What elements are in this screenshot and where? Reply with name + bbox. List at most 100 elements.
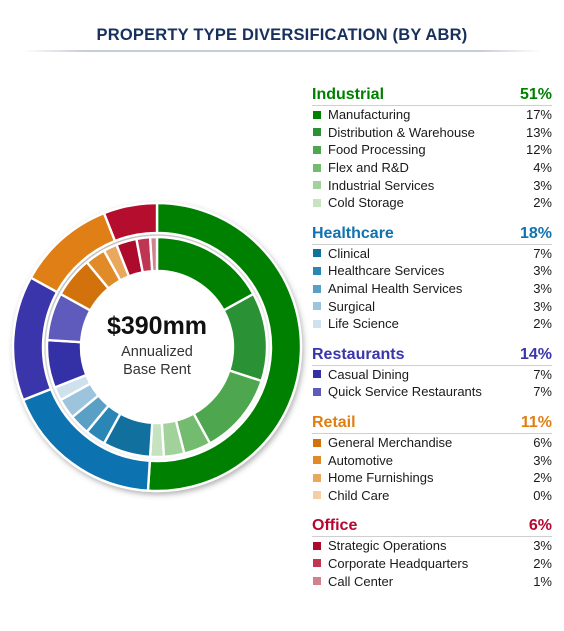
legend-item-label: Food Processing [328, 142, 426, 158]
legend-group-healthcare: Healthcare 18% Clinical 7% Healthcare Servic… [312, 225, 552, 333]
legend-swatch-icon [313, 145, 321, 154]
legend: Industrial 51% Manufacturing 17% Distributio… [312, 86, 552, 590]
legend-swatch-icon [313, 491, 321, 500]
legend-group-header: Retail 11% [312, 414, 552, 434]
legend-group-retail: Retail 11% General Merchandise 6% Automotive… [312, 414, 552, 504]
legend-group-header: Office 6% [312, 517, 552, 538]
legend-swatch-icon [313, 387, 321, 396]
legend-item[interactable]: Clinical 7% [312, 245, 552, 263]
legend-item-label: Strategic Operations [328, 538, 447, 554]
legend-item[interactable]: Strategic Operations 3% [312, 537, 552, 555]
legend-item-percent: 3% [533, 452, 552, 468]
legend-item-label: Home Furnishings [328, 470, 434, 486]
legend-swatch-icon [313, 473, 321, 482]
legend-swatch-icon [313, 438, 321, 447]
legend-item-percent: 2% [533, 195, 552, 211]
legend-item-label: Manufacturing [328, 107, 411, 123]
center-amount: $390mm [107, 312, 207, 340]
donut-inner-segment[interactable] [222, 292, 269, 383]
legend-item-label: Call Center [328, 573, 394, 589]
legend-item-percent: 7% [533, 384, 552, 400]
legend-swatch-icon [313, 577, 321, 586]
legend-group-name: Retail [312, 413, 356, 431]
legend-item[interactable]: Child Care 0% [312, 487, 552, 505]
page-title: PROPERTY TYPE DIVERSIFICATION (BY ABR) [96, 26, 468, 44]
legend-item-label: Child Care [328, 487, 390, 503]
chart-page: PROPERTY TYPE DIVERSIFICATION (BY ABR) $… [0, 0, 564, 631]
legend-swatch-icon [313, 541, 321, 550]
header-divider [22, 50, 542, 52]
legend-item-percent: 3% [533, 263, 552, 279]
legend-group-industrial: Industrial 51% Manufacturing 17% Distributio… [312, 86, 552, 212]
legend-item[interactable]: Manufacturing 17% [312, 106, 552, 124]
legend-item[interactable]: Cold Storage 2% [312, 194, 552, 212]
legend-swatch-icon [313, 198, 321, 207]
legend-group-name: Industrial [312, 86, 385, 103]
legend-swatch-icon [313, 181, 321, 190]
legend-item-percent: 0% [533, 487, 552, 503]
legend-group-office: Office 6% Strategic Operations 3% Corporate … [312, 517, 552, 590]
legend-group-percent: 11% [520, 413, 552, 431]
legend-item[interactable]: Corporate Headquarters 2% [312, 555, 552, 573]
legend-item[interactable]: Healthcare Services 3% [312, 262, 552, 280]
donut-chart: $390mm Annualized Base Rent [6, 196, 308, 498]
legend-swatch-icon [313, 163, 321, 172]
legend-item-label: Automotive [328, 452, 394, 468]
legend-item[interactable]: Distribution & Warehouse 13% [312, 124, 552, 142]
legend-item[interactable]: Automotive 3% [312, 451, 552, 469]
legend-item-percent: 12% [525, 142, 552, 158]
donut-inner-segment[interactable] [148, 235, 159, 273]
legend-item[interactable]: Casual Dining 7% [312, 366, 552, 384]
legend-item[interactable]: Food Processing 12% [312, 141, 552, 159]
legend-item-label: Surgical [328, 298, 375, 314]
legend-item[interactable]: Industrial Services 3% [312, 176, 552, 194]
legend-item[interactable]: Home Furnishings 2% [312, 469, 552, 487]
legend-swatch-icon [313, 370, 321, 379]
legend-group-name: Healthcare [312, 224, 394, 242]
legend-swatch-icon [313, 319, 321, 328]
center-subtitle-line2: Base Rent [123, 362, 191, 378]
donut-outer-segment-office[interactable] [102, 201, 159, 243]
legend-group-percent: 18% [519, 224, 552, 242]
legend-item-label: Clinical [328, 245, 370, 261]
legend-group-percent: 6% [528, 517, 552, 535]
legend-item-label: Cold Storage [328, 195, 404, 211]
legend-group-header: Industrial 51% [312, 86, 552, 106]
donut-svg: $390mm Annualized Base Rent [11, 201, 303, 493]
legend-item-percent: 3% [533, 538, 552, 554]
legend-item[interactable]: Call Center 1% [312, 572, 552, 590]
legend-item-label: Flex and R&D [328, 160, 409, 176]
legend-item-percent: 7% [533, 245, 552, 261]
legend-item-label: Quick Service Restaurants [328, 384, 482, 400]
legend-group-header: Healthcare 18% [312, 225, 552, 245]
legend-item-label: Casual Dining [328, 366, 409, 382]
legend-item-label: Life Science [328, 316, 399, 332]
legend-group-header: Restaurants 14% [312, 346, 552, 366]
legend-group-restaurants: Restaurants 14% Casual Dining 7% Quick Servi… [312, 346, 552, 401]
page-header: PROPERTY TYPE DIVERSIFICATION (BY ABR) [0, 0, 564, 56]
legend-item-percent: 3% [533, 281, 552, 297]
legend-swatch-icon [313, 249, 321, 258]
legend-item[interactable]: Surgical 3% [312, 297, 552, 315]
legend-item[interactable]: General Merchandise 6% [312, 434, 552, 452]
legend-item[interactable]: Animal Health Services 3% [312, 280, 552, 298]
legend-item-percent: 3% [533, 298, 552, 314]
legend-group-percent: 51% [519, 86, 552, 103]
legend-item[interactable]: Life Science 2% [312, 315, 552, 333]
legend-item-label: Corporate Headquarters [328, 555, 469, 571]
legend-item-percent: 2% [533, 470, 552, 486]
legend-swatch-icon [313, 110, 321, 119]
legend-item-label: Animal Health Services [328, 281, 463, 297]
legend-swatch-icon [313, 456, 321, 465]
legend-swatch-icon [313, 128, 321, 137]
legend-item-percent: 4% [533, 160, 552, 176]
legend-item[interactable]: Quick Service Restaurants 7% [312, 383, 552, 401]
legend-item-label: Healthcare Services [328, 263, 445, 279]
legend-item-percent: 7% [533, 366, 552, 382]
legend-item[interactable]: Flex and R&D 4% [312, 159, 552, 177]
legend-item-percent: 17% [525, 107, 552, 123]
legend-swatch-icon [313, 302, 321, 311]
legend-group-name: Office [312, 517, 358, 535]
legend-item-percent: 13% [525, 124, 552, 140]
legend-group-name: Restaurants [312, 345, 405, 363]
